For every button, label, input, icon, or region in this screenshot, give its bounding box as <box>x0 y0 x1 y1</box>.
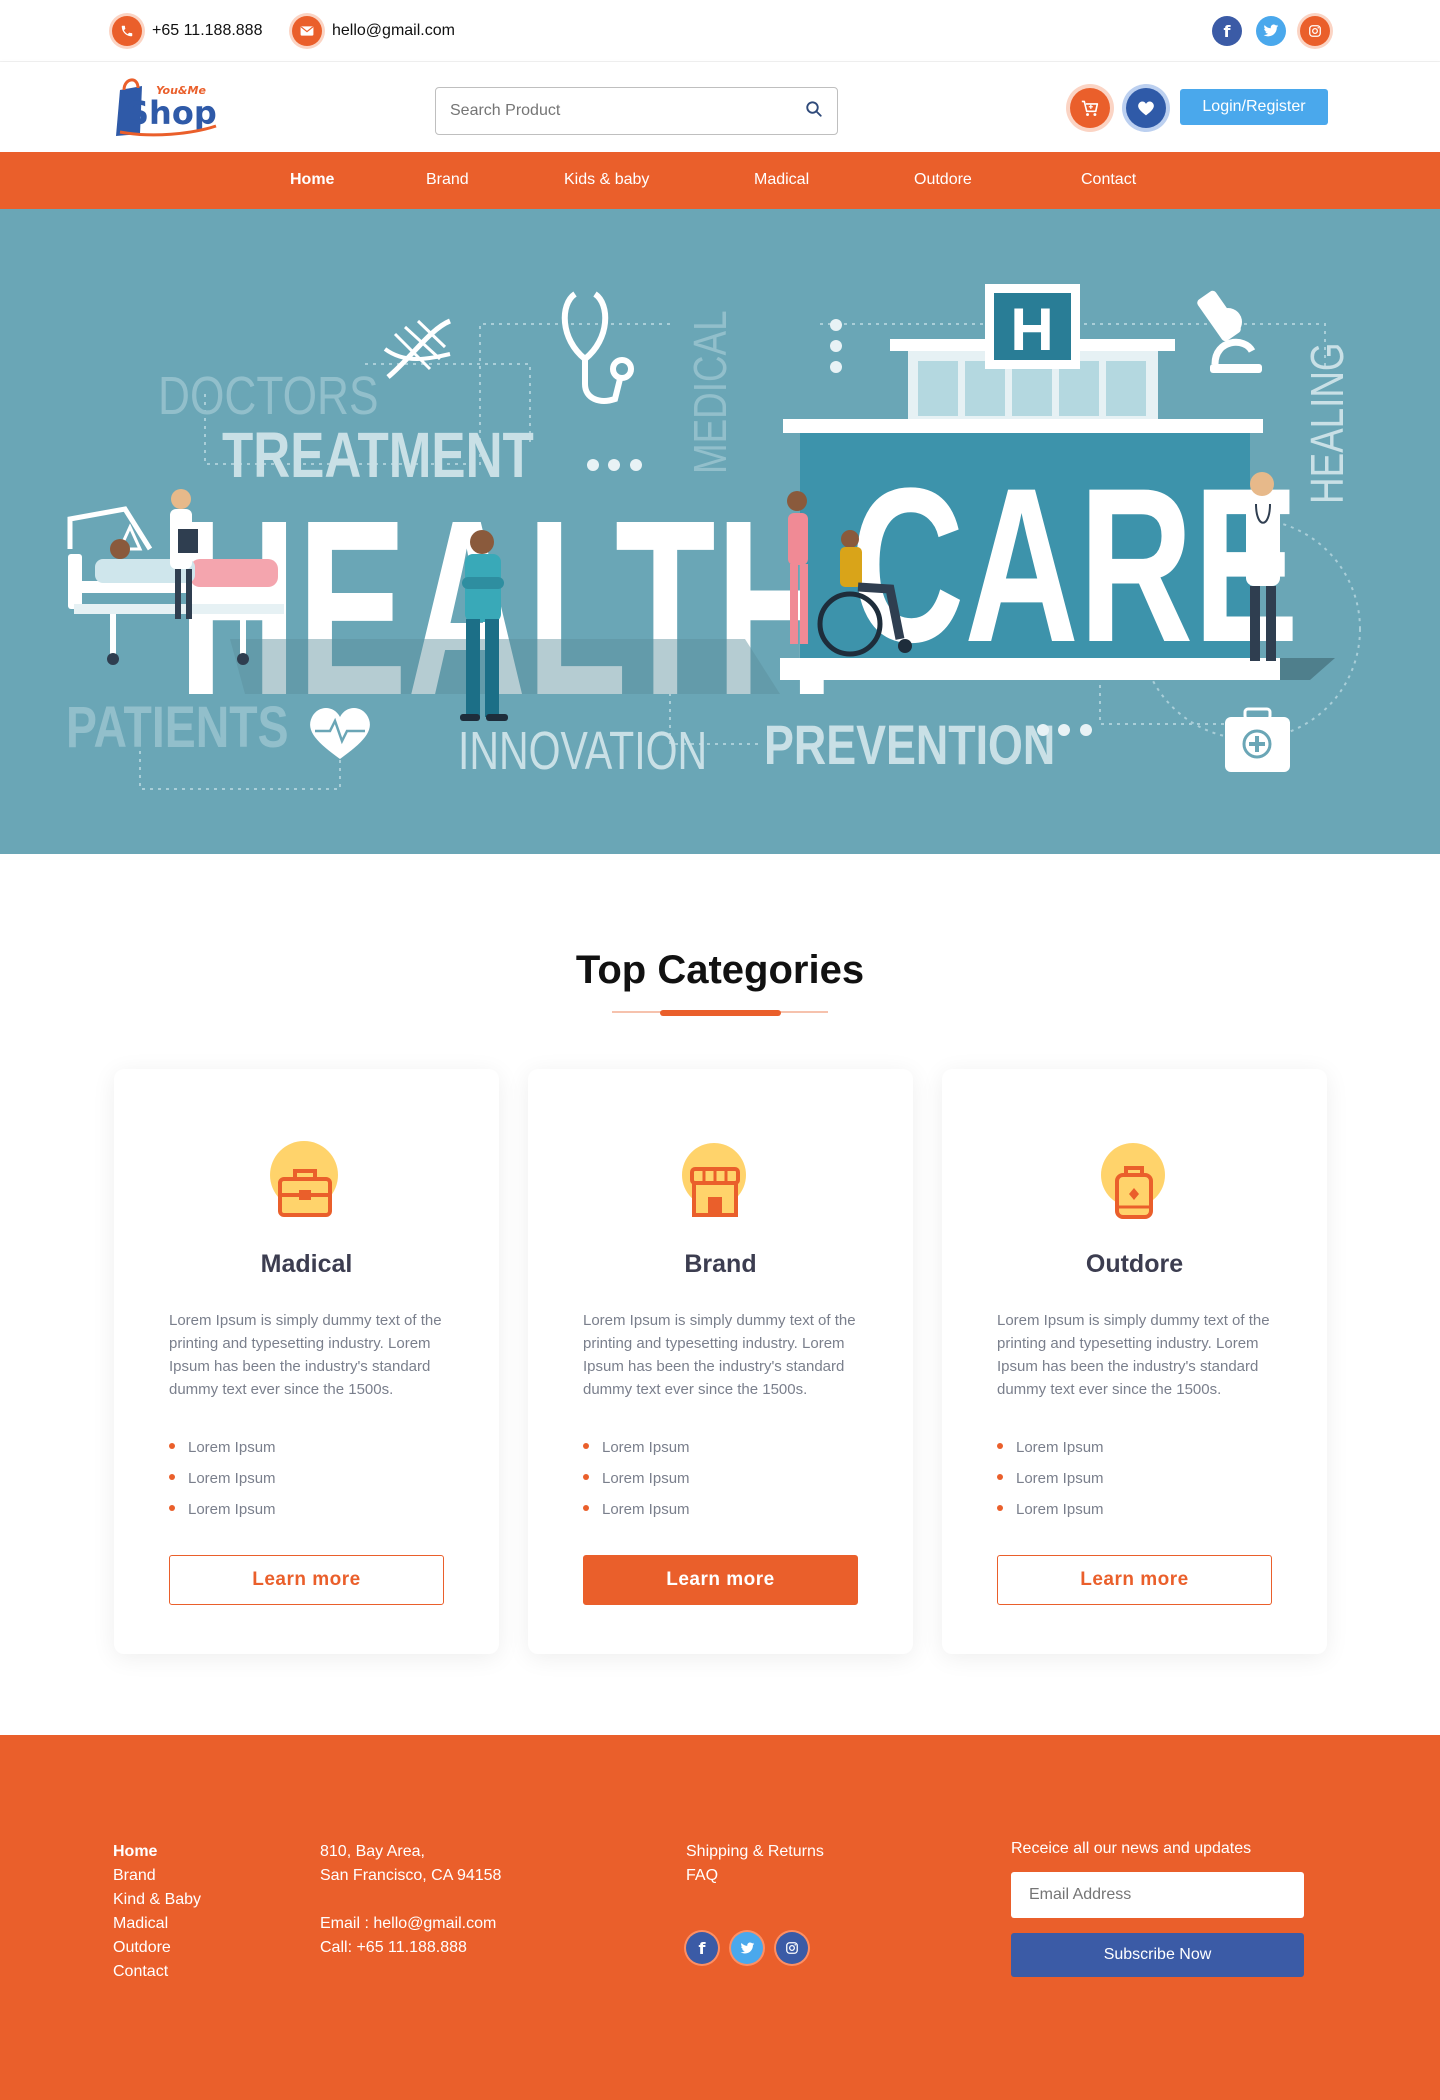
phone-number: +65 11.188.888 <box>152 22 263 39</box>
store-icon <box>528 1135 913 1235</box>
hospital-h-sign: H <box>1010 296 1053 363</box>
footer-link-madical[interactable]: Madical <box>113 1912 201 1936</box>
first-aid-kit-icon <box>1225 707 1290 772</box>
card-title: Brand <box>684 1250 757 1278</box>
search-input[interactable] <box>450 102 805 120</box>
hero-word-healing: HEALING <box>1301 342 1353 504</box>
nav-item-outdore[interactable]: Outdore <box>914 171 972 189</box>
shop-logo[interactable]: You&Me Shop <box>112 72 222 142</box>
card-bullets: Lorem Ipsum Lorem Ipsum Lorem Ipsum <box>997 1439 1104 1532</box>
card-title: Madical <box>260 1250 353 1278</box>
phone-contact[interactable]: +65 11.188.888 <box>112 16 262 46</box>
phone-icon <box>112 16 142 46</box>
card-description: Lorem Ipsum is simply dummy text of the … <box>169 1312 442 1398</box>
search-box[interactable] <box>435 87 838 135</box>
list-item: Lorem Ipsum <box>997 1470 1104 1501</box>
list-item: Lorem Ipsum <box>169 1470 276 1501</box>
card-bullets: Lorem Ipsum Lorem Ipsum Lorem Ipsum <box>583 1439 690 1532</box>
category-card-brand: Brand Lorem Ipsum is simply dummy text o… <box>528 1069 913 1654</box>
site-footer: Home Brand Kind & Baby Madical Outdore C… <box>0 1735 1440 2100</box>
briefcase-icon <box>114 1135 499 1235</box>
list-item: Lorem Ipsum <box>169 1501 276 1532</box>
address-line: San Francisco, CA 94158 <box>320 1867 502 1884</box>
instagram-icon[interactable] <box>776 1932 808 1964</box>
top-bar: +65 11.188.888 hello@gmail.com f <box>0 0 1440 62</box>
hero-word-medical: MEDICAL <box>684 310 736 474</box>
newsletter-email-input[interactable] <box>1011 1872 1304 1918</box>
nav-item-home[interactable]: Home <box>290 171 334 189</box>
newsletter-label: Receice all our news and updates <box>1011 1840 1252 1857</box>
instagram-icon[interactable] <box>1300 16 1330 46</box>
search-icon[interactable] <box>805 100 823 123</box>
footer-address: 810, Bay Area, San Francisco, CA 94158 E… <box>320 1840 501 1960</box>
nav-item-madical[interactable]: Madical <box>754 171 809 189</box>
nav-item-kids-baby[interactable]: Kids & baby <box>564 171 649 189</box>
card-description: Lorem Ipsum is simply dummy text of the … <box>583 1312 856 1398</box>
footer-link-faq[interactable]: FAQ <box>686 1864 824 1888</box>
list-item: Lorem Ipsum <box>583 1470 690 1501</box>
healthcare-illustration: DOCTORS TREATMENT MEDICAL HEALING PATIEN… <box>66 284 1361 790</box>
learn-more-button[interactable]: Learn more <box>169 1555 444 1605</box>
nav-item-contact[interactable]: Contact <box>1081 171 1136 189</box>
dna-icon <box>383 318 452 379</box>
title-underline-accent <box>660 1010 781 1016</box>
list-item: Lorem Ipsum <box>997 1439 1104 1470</box>
footer-phone[interactable]: Call: +65 11.188.888 <box>320 1936 501 1960</box>
footer-link-brand[interactable]: Brand <box>113 1864 201 1888</box>
facebook-icon[interactable]: f <box>686 1932 718 1964</box>
card-title: Outdore <box>1085 1250 1184 1278</box>
footer-email[interactable]: Email : hello@gmail.com <box>320 1912 501 1936</box>
site-header: You&Me Shop Login/Register <box>0 62 1440 152</box>
cart-icon[interactable] <box>1070 88 1110 128</box>
logo-main-text: Shop <box>126 94 217 132</box>
mail-icon <box>292 16 322 46</box>
wishlist-heart-icon[interactable] <box>1126 88 1166 128</box>
email-address: hello@gmail.com <box>332 22 455 39</box>
microscope-icon <box>1197 290 1262 373</box>
top-socials: f <box>1212 16 1330 46</box>
footer-link-shipping-returns[interactable]: Shipping & Returns <box>686 1840 824 1864</box>
footer-info-links: Shipping & Returns FAQ <box>686 1840 824 1888</box>
category-card-outdore: Outdore Lorem Ipsum is simply dummy text… <box>942 1069 1327 1654</box>
list-item: Lorem Ipsum <box>169 1439 276 1470</box>
learn-more-button[interactable]: Learn more <box>997 1555 1272 1605</box>
facebook-icon[interactable]: f <box>1212 16 1242 46</box>
card-bullets: Lorem Ipsum Lorem Ipsum Lorem Ipsum <box>169 1439 276 1532</box>
footer-link-home[interactable]: Home <box>113 1840 201 1864</box>
footer-link-contact[interactable]: Contact <box>113 1960 201 1984</box>
card-description: Lorem Ipsum is simply dummy text of the … <box>997 1312 1270 1398</box>
list-item: Lorem Ipsum <box>583 1501 690 1532</box>
learn-more-button[interactable]: Learn more <box>583 1555 858 1605</box>
hero-banner: DOCTORS TREATMENT MEDICAL HEALING PATIEN… <box>0 209 1440 854</box>
login-register-button[interactable]: Login/Register <box>1180 89 1328 125</box>
twitter-icon[interactable] <box>1256 16 1286 46</box>
footer-link-kind-baby[interactable]: Kind & Baby <box>113 1888 201 1912</box>
backpack-icon <box>942 1135 1327 1235</box>
list-item: Lorem Ipsum <box>583 1439 690 1470</box>
section-title: Top Categories <box>575 948 865 992</box>
footer-nav: Home Brand Kind & Baby Madical Outdore C… <box>113 1840 201 1984</box>
email-contact[interactable]: hello@gmail.com <box>292 16 455 46</box>
main-nav: Home Brand Kids & baby Madical Outdore C… <box>0 152 1440 209</box>
list-item: Lorem Ipsum <box>997 1501 1104 1532</box>
subscribe-button[interactable]: Subscribe Now <box>1011 1933 1304 1977</box>
stethoscope-icon <box>561 291 634 404</box>
category-card-madical: Madical Lorem Ipsum is simply dummy text… <box>114 1069 499 1654</box>
footer-socials: f <box>686 1932 808 1964</box>
nav-item-brand[interactable]: Brand <box>426 171 469 189</box>
hero-word-doctors: DOCTORS <box>158 366 379 426</box>
address-line: 810, Bay Area, <box>320 1843 425 1860</box>
hero-word-care: CARE <box>850 441 1299 688</box>
footer-link-outdore[interactable]: Outdore <box>113 1936 201 1960</box>
twitter-icon[interactable] <box>731 1932 763 1964</box>
